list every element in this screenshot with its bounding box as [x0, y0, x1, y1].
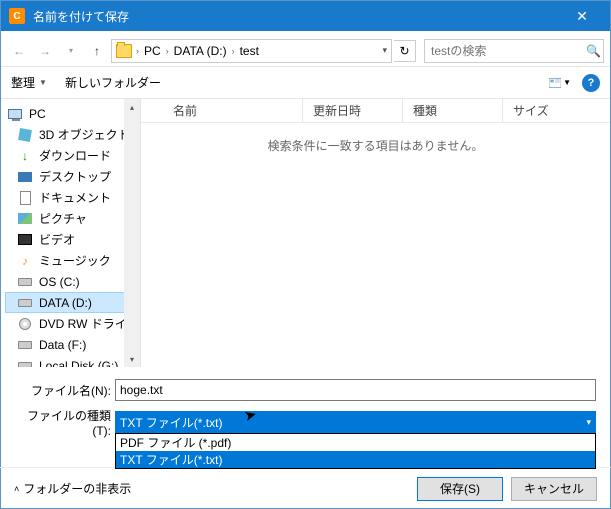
crumb-drive[interactable]: DATA (D:) — [171, 44, 230, 58]
toolbar: 整理 ▼ 新しいフォルダー ▼ ? — [1, 67, 610, 99]
folder-tree: PC 3D オブジェクト ↓ ダウンロードデスクトップドキュメントピクチャビデオ ♪ ミュ… — [1, 99, 141, 367]
tree-label: デスクトップ — [39, 168, 111, 185]
scroll-down-icon[interactable]: ▾ — [124, 351, 140, 367]
crumb-pc[interactable]: PC — [141, 44, 164, 58]
col-size[interactable]: サイズ — [503, 99, 610, 122]
tree-item[interactable]: 3D オブジェクト — [5, 124, 140, 145]
col-name[interactable]: 名前 — [163, 99, 303, 122]
tree-label: 3D オブジェクト — [39, 126, 130, 143]
help-button[interactable]: ? — [582, 74, 600, 92]
new-folder-label: 新しいフォルダー — [65, 74, 161, 91]
tree-label: Data (F:) — [39, 338, 86, 352]
drive-icon — [17, 295, 33, 311]
save-button[interactable]: 保存(S) — [417, 477, 503, 501]
chevron-right-icon: › — [166, 46, 169, 56]
hide-folders-toggle[interactable]: ˄ フォルダーの非表示 — [14, 480, 131, 497]
download-icon: ↓ — [17, 148, 33, 164]
chevron-right-icon: › — [232, 46, 235, 56]
file-list: 名前 更新日時 種類 サイズ 検索条件に一致する項目はありません。 — [141, 99, 610, 367]
filetype-selected: TXT ファイル(*.txt) — [120, 414, 222, 431]
scroll-up-icon[interactable]: ▴ — [124, 99, 140, 115]
tree-label: ミュージック — [39, 252, 111, 269]
tree-item[interactable]: ドキュメント — [5, 187, 140, 208]
organize-label: 整理 — [11, 74, 35, 91]
search-box[interactable]: 🔍 — [424, 39, 604, 63]
tree-label: ダウンロード — [39, 147, 111, 164]
recent-dropdown[interactable]: ▾ — [59, 39, 83, 63]
tree-item[interactable]: ビデオ — [5, 229, 140, 250]
window-title: 名前を付けて保存 — [33, 8, 562, 25]
chevron-down-icon: ▾ — [586, 417, 591, 428]
cancel-button[interactable]: キャンセル — [511, 477, 597, 501]
filetype-option-txt[interactable]: TXT ファイル(*.txt) — [116, 451, 595, 468]
dvd-icon — [17, 316, 33, 332]
filename-input[interactable] — [115, 379, 596, 401]
refresh-button[interactable]: ↻ — [394, 40, 416, 62]
tree-label: OS (C:) — [39, 275, 80, 289]
tree-item[interactable]: OS (C:) — [5, 271, 140, 292]
tree-item[interactable]: ♪ ミュージック — [5, 250, 140, 271]
organize-menu[interactable]: 整理 ▼ — [11, 74, 47, 91]
picture-icon — [17, 211, 33, 227]
close-icon[interactable]: ✕ — [562, 1, 602, 31]
new-folder-button[interactable]: 新しいフォルダー — [65, 74, 161, 91]
music-icon: ♪ — [17, 253, 33, 269]
view-mode-button[interactable]: ▼ — [548, 72, 572, 94]
hide-folders-label: フォルダーの非表示 — [23, 480, 131, 497]
back-button[interactable]: ← — [7, 39, 31, 63]
search-icon[interactable]: 🔍 — [586, 44, 601, 58]
tree-label: PC — [29, 107, 46, 121]
forward-button[interactable]: → — [33, 39, 57, 63]
chevron-down-icon: ▼ — [563, 78, 571, 87]
drive-icon — [17, 274, 33, 290]
pc-icon — [7, 106, 23, 122]
tree-item[interactable]: ピクチャ — [5, 208, 140, 229]
address-bar: ← → ▾ ↑ › PC › DATA (D:) › test ▾ ↻ 🔍 — [1, 35, 610, 67]
chevron-right-icon: › — [136, 46, 139, 56]
document-icon — [17, 190, 33, 206]
filetype-dropdown: PDF ファイル (*.pdf) TXT ファイル(*.txt) — [115, 433, 596, 469]
tree-label: Local Disk (G:) — [39, 359, 118, 368]
up-button[interactable]: ↑ — [85, 39, 109, 63]
empty-message: 検索条件に一致する項目はありません。 — [141, 137, 610, 154]
tree-label: ピクチャ — [39, 210, 87, 227]
filetype-select[interactable]: TXT ファイル(*.txt) ▾ — [115, 411, 596, 433]
bottom-bar: ˄ フォルダーの非表示 保存(S) キャンセル — [0, 467, 611, 509]
drive-icon — [17, 337, 33, 353]
breadcrumb[interactable]: › PC › DATA (D:) › test ▾ — [111, 39, 392, 63]
list-header: 名前 更新日時 種類 サイズ — [141, 99, 610, 123]
tree-scrollbar[interactable]: ▴ ▾ — [124, 99, 140, 367]
cube-icon — [17, 127, 33, 143]
app-icon: C — [9, 8, 25, 24]
filetype-option-pdf[interactable]: PDF ファイル (*.pdf) — [116, 434, 595, 451]
tree-label: ビデオ — [39, 231, 75, 248]
crumb-folder[interactable]: test — [237, 44, 262, 58]
col-date[interactable]: 更新日時 — [303, 99, 403, 122]
drive-icon — [17, 358, 33, 368]
filename-label: ファイル名(N): — [15, 382, 115, 399]
col-type[interactable]: 種類 — [403, 99, 503, 122]
tree-item[interactable]: Data (F:) — [5, 334, 140, 355]
tree-item[interactable]: DVD RW ドライブ ( — [5, 313, 140, 334]
video-icon — [17, 232, 33, 248]
chevron-down-icon: ▼ — [39, 78, 47, 87]
tree-label: ドキュメント — [39, 189, 111, 206]
filetype-label: ファイルの種類(T): — [15, 407, 115, 438]
tree-label: DATA (D:) — [39, 296, 92, 310]
chevron-up-icon: ˄ — [14, 484, 19, 494]
search-input[interactable] — [431, 44, 586, 58]
tree-item-pc[interactable]: PC — [5, 103, 140, 124]
desktop-icon — [17, 169, 33, 185]
folder-icon — [116, 44, 132, 58]
title-bar: C 名前を付けて保存 ✕ — [1, 1, 610, 31]
tree-item[interactable]: ↓ ダウンロード — [5, 145, 140, 166]
tree-item[interactable]: Local Disk (G:) — [5, 355, 140, 367]
tree-item[interactable]: DATA (D:) — [5, 292, 140, 313]
tree-item[interactable]: デスクトップ — [5, 166, 140, 187]
address-dropdown[interactable]: ▾ — [382, 45, 387, 56]
